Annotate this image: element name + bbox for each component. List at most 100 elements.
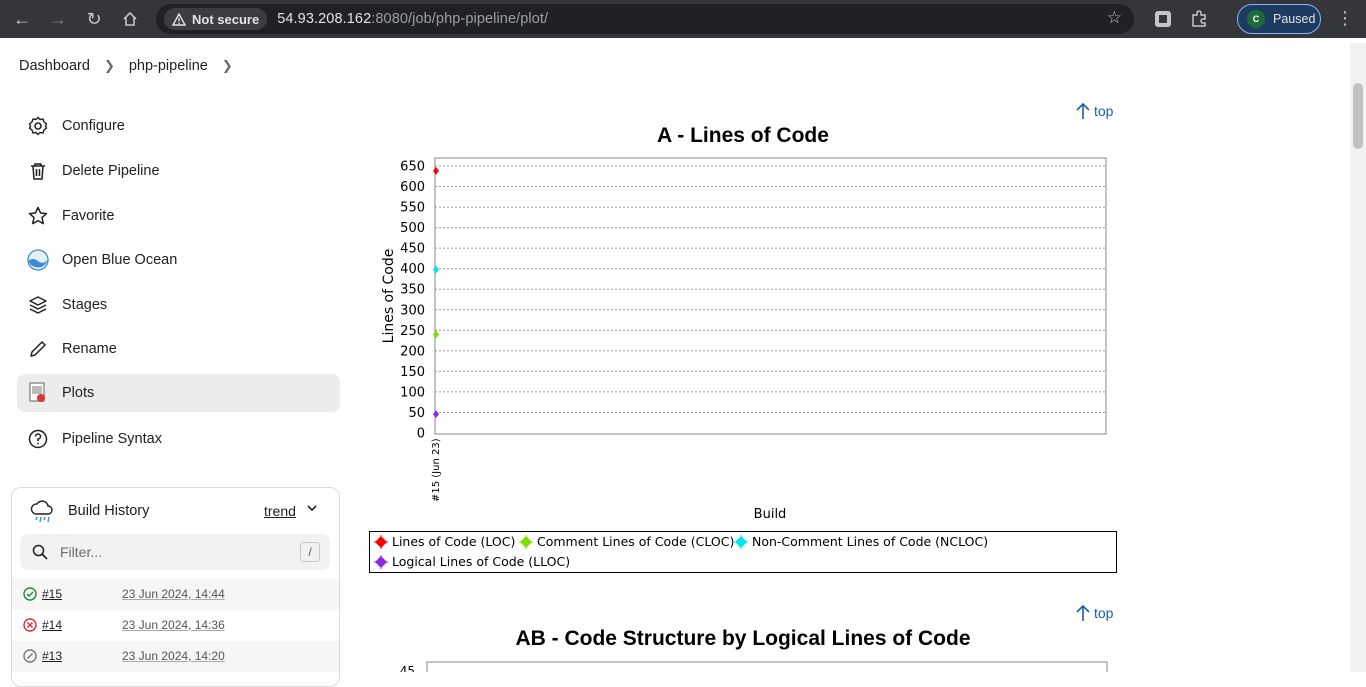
- y-tick-label: 650: [400, 160, 425, 175]
- page-scrollbar[interactable]: [1350, 43, 1366, 672]
- sidebar-item-rename[interactable]: Rename: [17, 330, 340, 368]
- breadcrumb-php-pipeline[interactable]: php-pipeline: [129, 58, 208, 74]
- sidebar-item-plots[interactable]: Plots: [17, 374, 340, 412]
- filter-input[interactable]: [60, 544, 280, 560]
- sidebar-item-open-blue-ocean[interactable]: Open Blue Ocean: [17, 241, 340, 279]
- legend-marker: [734, 534, 748, 549]
- arrow-up-icon: [1076, 102, 1090, 119]
- x-axis-label: Build: [754, 507, 787, 522]
- legend-label: Comment Lines of Code (CLOC): [537, 534, 735, 549]
- legend-item-cloc: Comment Lines of Code (CLOC): [519, 534, 734, 549]
- security-badge[interactable]: Not secure: [164, 8, 268, 30]
- browser-toolbar: ← → ↻ Not secure 54.93.208.162:8080/job/…: [0, 0, 1366, 38]
- y-tick-label: 550: [400, 201, 425, 216]
- top-link-label: top: [1094, 103, 1114, 119]
- legend-item-lloc: Logical Lines of Code (LLOC): [374, 554, 570, 569]
- sidebar: Configure Delete Pipeline Favorite Open …: [0, 89, 355, 687]
- success-icon: [23, 587, 37, 601]
- warning-icon: [172, 12, 186, 26]
- sidebar-item-label: Open Blue Ocean: [62, 252, 178, 268]
- top-link-label: top: [1094, 605, 1114, 621]
- plots-icon: [27, 382, 49, 404]
- chevron-right-icon[interactable]: ❯: [222, 58, 233, 74]
- cloud-rain-icon: [30, 500, 53, 523]
- sidebar-item-label: Pipeline Syntax: [62, 431, 162, 447]
- legend-marker: [374, 534, 388, 549]
- y-tick-label: 600: [400, 180, 425, 195]
- home-icon[interactable]: [118, 7, 142, 31]
- build-history-title: Build History: [68, 503, 150, 519]
- extension-icon[interactable]: [1153, 9, 1173, 29]
- code-structure-chart: 45: [400, 661, 1108, 672]
- search-icon: [32, 544, 48, 560]
- blue-ocean-icon: [27, 249, 49, 271]
- breadcrumb-dashboard[interactable]: Dashboard: [19, 58, 90, 74]
- url-text[interactable]: 54.93.208.162:8080/job/php-pipeline/plot…: [277, 11, 548, 27]
- y-tick-label: 500: [400, 221, 425, 236]
- sidebar-item-label: Configure: [62, 118, 125, 134]
- menu-kebab-icon[interactable]: ⋮: [1336, 8, 1354, 29]
- trend-link[interactable]: trend: [264, 503, 296, 519]
- trash-icon: [27, 160, 49, 182]
- url-host: 54.93.208.162: [277, 11, 372, 27]
- build-date[interactable]: 23 Jun 2024, 14:36: [122, 618, 225, 632]
- failed-icon: [23, 618, 37, 632]
- y-tick-label: 200: [400, 344, 425, 359]
- sidebar-item-label: Rename: [62, 341, 117, 357]
- legend-label: Logical Lines of Code (LLOC): [392, 554, 571, 569]
- profile-button[interactable]: C Paused: [1237, 4, 1321, 34]
- build-row[interactable]: #14 23 Jun 2024, 14:36: [12, 610, 339, 641]
- sidebar-item-stages[interactable]: Stages: [17, 286, 340, 324]
- forward-icon[interactable]: →: [46, 7, 70, 31]
- sidebar-item-favorite[interactable]: Favorite: [17, 197, 340, 235]
- scrollbar-thumb[interactable]: [1353, 83, 1363, 149]
- legend-label: Lines of Code (LOC): [392, 534, 516, 549]
- build-row[interactable]: #13 23 Jun 2024, 14:20: [12, 641, 339, 672]
- y-tick-label: 150: [400, 365, 425, 380]
- arrow-up-icon: [1076, 604, 1090, 621]
- top-link[interactable]: top: [1075, 102, 1113, 120]
- star-icon: [27, 205, 49, 227]
- chart-title: A - Lines of Code: [657, 124, 829, 147]
- top-link[interactable]: top: [1075, 604, 1113, 622]
- puzzle-icon[interactable]: [1189, 9, 1209, 29]
- build-date[interactable]: 23 Jun 2024, 14:44: [122, 587, 225, 601]
- legend-item-ncloc: Non-Comment Lines of Code (NCLOC): [734, 534, 988, 549]
- y-tick-label: 350: [400, 283, 425, 298]
- y-tick-label: 250: [400, 324, 425, 339]
- reload-icon[interactable]: ↻: [82, 7, 106, 31]
- sidebar-item-label: Favorite: [62, 208, 115, 224]
- y-tick-label: 400: [400, 262, 425, 277]
- address-bar[interactable]: Not secure 54.93.208.162:8080/job/php-pi…: [156, 4, 1134, 34]
- y-axis-label: Lines of Code: [381, 249, 397, 344]
- back-icon[interactable]: ←: [10, 7, 34, 31]
- y-tick-label: 100: [400, 385, 425, 400]
- chevron-down-icon[interactable]: [306, 501, 318, 517]
- stages-icon: [27, 294, 49, 316]
- sidebar-item-label: Delete Pipeline: [62, 163, 160, 179]
- build-number[interactable]: #14: [42, 618, 62, 632]
- security-label: Not secure: [192, 11, 260, 27]
- profile-status: Paused: [1273, 12, 1316, 26]
- sidebar-item-label: Stages: [62, 297, 108, 313]
- sidebar-item-label: Plots: [62, 385, 95, 401]
- chart-title: AB - Code Structure by Logical Lines of …: [515, 627, 971, 650]
- x-tick-label: #15 (Jun 23): [431, 438, 442, 502]
- data-point: [433, 166, 439, 175]
- avatar: C: [1247, 10, 1265, 28]
- sidebar-item-delete-pipeline[interactable]: Delete Pipeline: [17, 152, 340, 190]
- gear-icon: [27, 115, 49, 137]
- y-tick-label: 0: [417, 427, 425, 442]
- build-date[interactable]: 23 Jun 2024, 14:20: [122, 649, 225, 663]
- build-row[interactable]: #15 23 Jun 2024, 14:44: [12, 579, 339, 610]
- chevron-right-icon: ❯: [103, 58, 115, 73]
- sidebar-item-pipeline-syntax[interactable]: Pipeline Syntax: [17, 420, 340, 458]
- aborted-icon: [23, 649, 37, 663]
- lines-of-code-chart: 050100150200250300350400450500550600650 …: [381, 157, 1107, 522]
- build-number[interactable]: #13: [42, 649, 62, 663]
- build-number[interactable]: #15: [42, 587, 62, 601]
- legend-item-loc: Lines of Code (LOC): [374, 534, 515, 549]
- legend-marker: [374, 554, 388, 569]
- bookmark-star-icon[interactable]: ☆: [1107, 8, 1122, 28]
- sidebar-item-configure[interactable]: Configure: [17, 107, 340, 145]
